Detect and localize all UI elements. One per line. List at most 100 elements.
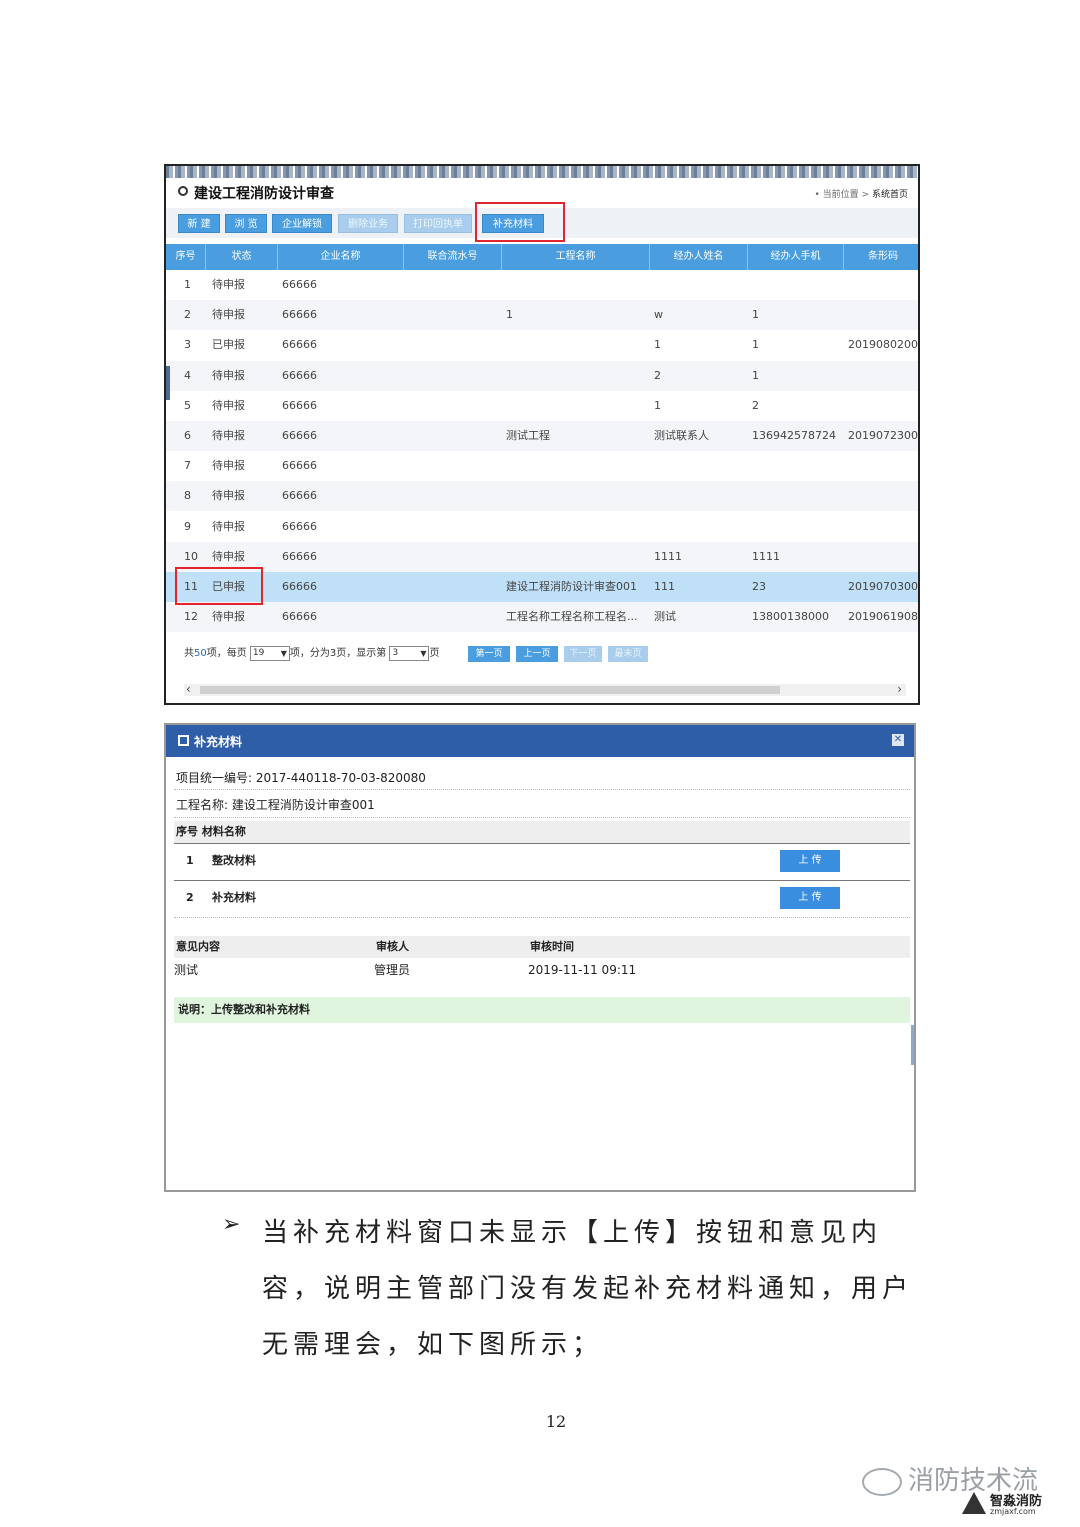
project-name-label: 工程名称: xyxy=(176,798,229,812)
delete-business-button[interactable]: 删除业务 xyxy=(338,214,398,233)
row-project xyxy=(506,542,646,572)
chevron-left-icon[interactable]: ‹ xyxy=(186,682,191,696)
row-phone: 2 xyxy=(752,398,759,412)
row-phone xyxy=(752,270,844,300)
prev-page-button[interactable]: 上一页 xyxy=(516,646,558,662)
upload-supplement-button[interactable]: 上 传 xyxy=(780,887,840,909)
material-no: 1 xyxy=(186,854,194,867)
table-row[interactable]: 5 待申报 66666 1 2 xyxy=(166,391,918,421)
row-handler xyxy=(654,270,748,300)
brand-logo-icon xyxy=(962,1492,986,1514)
row-serial xyxy=(408,481,502,511)
project-no-value: 2017-440118-70-03-820080 xyxy=(255,771,426,785)
table-row[interactable]: 2 待申报 66666 1 w 1 xyxy=(166,300,918,331)
upload-rectification-button[interactable]: 上 传 xyxy=(780,850,840,872)
table-row[interactable]: 1 待申报 66666 xyxy=(166,270,918,300)
window-icon xyxy=(178,735,189,746)
scrollbar-thumb[interactable] xyxy=(200,686,780,694)
row-project xyxy=(506,361,646,391)
bullet-arrow-icon: ➢ xyxy=(222,1212,241,1237)
table-header: 序号 状态 企业名称 联合流水号 工程名称 经办人姓名 经办人手机 条形码 xyxy=(166,244,918,270)
table-row[interactable]: 7 待申报 66666 xyxy=(166,451,918,481)
close-icon[interactable]: ✕ xyxy=(892,734,904,746)
row-no: 3 xyxy=(184,338,191,352)
project-name-value: 建设工程消防设计审查001 xyxy=(231,798,375,812)
row-status: 待申报 xyxy=(212,610,245,624)
opinion-content: 测试 xyxy=(174,963,199,977)
opinion-col-content: 意见内容 xyxy=(176,940,220,953)
row-phone xyxy=(752,451,844,481)
table-row[interactable]: 9 待申报 66666 xyxy=(166,512,918,542)
pager-text: 项，每页 xyxy=(206,648,247,659)
table-row[interactable]: 3 已申报 66666 1 1 2019080200 xyxy=(166,330,918,360)
row-no: 5 xyxy=(184,398,191,412)
screenshot-project-list: 建设工程消防设计审查 • 当前位置 > 系统首页 新 建 浏 览 企业解锁 删除… xyxy=(164,164,920,705)
material-row: 2 补充材料 上 传 xyxy=(174,881,910,915)
table-row[interactable]: 6 待申报 66666 测试工程 测试联系人 136942578724 2019072300 xyxy=(166,421,918,451)
row-handler: 2 xyxy=(654,368,661,382)
row-serial xyxy=(408,270,502,300)
materials-header: 序号 材料名称 xyxy=(174,821,910,843)
row-company: 66666 xyxy=(282,398,317,412)
col-header-no: 序号 xyxy=(166,244,206,270)
pager-text-mid: 项，分为3页，显示第 xyxy=(289,648,387,659)
new-button[interactable]: 新 建 xyxy=(178,214,220,233)
project-no-label: 项目统一编号: xyxy=(176,771,253,785)
table-row[interactable]: 8 待申报 66666 xyxy=(166,481,918,512)
row-phone: 1 xyxy=(752,338,759,352)
row-handler: 1 xyxy=(654,398,661,412)
row-handler: 测试 xyxy=(654,610,676,624)
row-phone: 136942578724 xyxy=(752,429,836,442)
row-project: 建设工程消防设计审查001 xyxy=(506,580,637,593)
table-row[interactable]: 4 待申报 66666 2 1 xyxy=(166,360,918,391)
material-name: 补充材料 xyxy=(212,891,256,904)
row-company: 66666 xyxy=(282,610,317,624)
row-no: 1 xyxy=(184,278,191,291)
row-handler: w xyxy=(654,308,663,322)
next-page-button[interactable]: 下一页 xyxy=(564,646,602,662)
row-phone: 1 xyxy=(752,368,759,382)
row-status: 待申报 xyxy=(212,278,245,291)
row-barcode: 2019061908 xyxy=(848,610,918,624)
row-phone: 1111 xyxy=(752,549,780,563)
first-page-button[interactable]: 第一页 xyxy=(468,646,510,662)
chevron-right-icon[interactable]: › xyxy=(897,682,902,696)
page-select[interactable]: 3 ▼ xyxy=(389,645,430,661)
table-row[interactable]: 11 已申报 66666 建设工程消防设计审查001 111 23 2019070300 xyxy=(166,572,918,602)
row-project: 工程名称工程名称工程名... xyxy=(506,610,638,624)
breadcrumb-home-link[interactable]: 系统首页 xyxy=(872,190,908,200)
page-number: 12 xyxy=(545,1412,567,1431)
row-company: 66666 xyxy=(282,308,317,322)
screenshot-supplement-dialog: 补充材料 ✕ 项目统一编号: 2017-440118-70-03-820080 … xyxy=(164,723,916,1192)
horizontal-scrollbar[interactable]: ‹ › xyxy=(184,682,906,696)
table-row[interactable]: 10 待申报 66666 1111 1111 xyxy=(166,541,918,572)
opinion-col-time: 审核时间 xyxy=(530,940,574,953)
row-handler xyxy=(654,451,748,481)
project-name-line: 工程名称: 建设工程消防设计审查001 xyxy=(176,796,375,813)
col-header-project: 工程名称 xyxy=(502,244,650,270)
row-company: 66666 xyxy=(282,489,317,503)
row-status: 待申报 xyxy=(212,429,245,442)
row-serial xyxy=(408,361,502,391)
row-barcode xyxy=(848,512,918,542)
last-page-button[interactable]: 最末页 xyxy=(608,646,648,662)
row-no: 2 xyxy=(184,308,191,322)
col-header-company: 企业名称 xyxy=(278,244,404,270)
opinion-col-reviewer: 审核人 xyxy=(376,940,409,953)
target-icon xyxy=(178,186,188,196)
table-row[interactable]: 12 待申报 66666 工程名称工程名称工程名... 测试 13800138000 201… xyxy=(166,602,918,633)
row-barcode xyxy=(848,451,918,481)
opinion-time: 2019-11-11 09:11 xyxy=(528,963,637,977)
row-no: 8 xyxy=(184,489,191,503)
unlock-company-button[interactable]: 企业解锁 xyxy=(272,214,332,233)
row-project xyxy=(506,330,646,360)
browse-button[interactable]: 浏 览 xyxy=(225,214,267,233)
print-receipt-button[interactable]: 打印回执单 xyxy=(404,214,472,233)
row-status: 待申报 xyxy=(212,368,245,382)
row-barcode xyxy=(848,542,918,572)
per-page-select[interactable]: 19 ▼ xyxy=(249,645,290,661)
col-header-status: 状态 xyxy=(206,244,278,270)
dialog-title: 补充材料 xyxy=(194,735,243,749)
row-serial xyxy=(408,330,502,360)
material-name: 整改材料 xyxy=(212,854,256,867)
